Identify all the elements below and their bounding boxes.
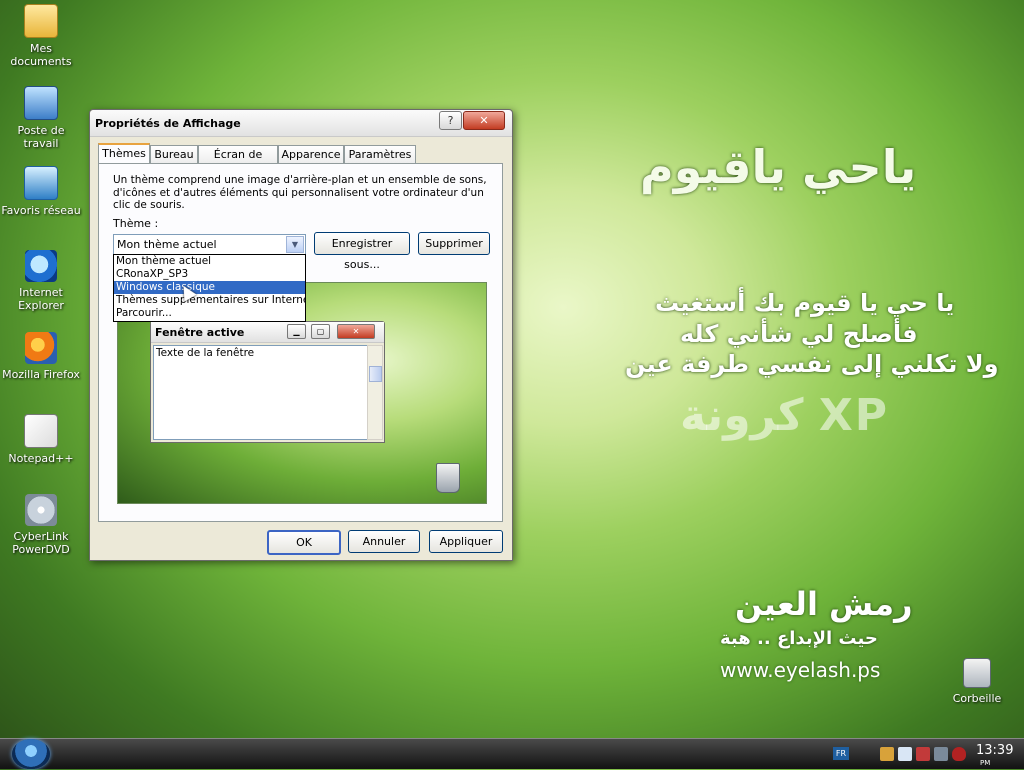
wallpaper-brand: كرونة XP (680, 390, 890, 441)
dialog-title: Propriétés de Affichage (95, 117, 241, 130)
cancel-button[interactable]: Annuler (348, 530, 420, 553)
computer-icon (24, 86, 58, 120)
tab-settings[interactable]: Paramètres (344, 145, 416, 164)
dropdown-item[interactable]: Thèmes supplémentaires sur Internet... (114, 294, 305, 307)
preview-window-title: Fenêtre active (155, 326, 245, 339)
wallpaper-line-1: يا حي يا قيوم بك أستغيث (655, 289, 955, 317)
recycle-bin-icon (436, 463, 460, 493)
theme-dropdown-list: Mon thème actuel CRonaXP_SP3 Windows cla… (113, 254, 306, 322)
tab-screensaver[interactable]: Écran de veille (198, 145, 278, 179)
wallpaper-slogan: حيث الإبداع .. هبة (720, 628, 878, 649)
save-as-button[interactable]: Enregistrer sous... (314, 232, 410, 271)
desktop-icon-label: Notepad++ (8, 452, 74, 465)
tab-desktop[interactable]: Bureau (150, 145, 198, 164)
desktop-icon-powerdvd[interactable]: CyberLink PowerDVD (1, 494, 81, 556)
ok-button[interactable]: OK (267, 530, 341, 555)
close-icon: ✕ (479, 114, 489, 127)
preview-window-titlebar: Fenêtre active ▁ ▢ ✕ (151, 322, 384, 343)
preview-window-body: Texte de la fenêtre (153, 345, 369, 440)
recycle-bin-icon (963, 658, 991, 688)
tray-window-icon[interactable] (898, 747, 912, 761)
chevron-down-icon[interactable]: ▼ (286, 236, 304, 253)
themes-panel: Un thème comprend une image d'arrière-pl… (98, 163, 503, 522)
tray-monitor-icon[interactable] (934, 747, 948, 761)
wallpaper-logo: رمش العين (735, 585, 913, 623)
dialog-titlebar[interactable]: Propriétés de Affichage ? ✕ (90, 110, 512, 137)
desktop-icon-my-documents[interactable]: Mes documents (1, 4, 81, 68)
dropdown-item[interactable]: Parcourir... (114, 307, 305, 320)
desktop-icon-label: Poste de travail (17, 124, 65, 150)
desktop-icon-firefox[interactable]: Mozilla Firefox (1, 332, 81, 381)
clock-time: 13:39 (976, 743, 1014, 758)
display-properties-dialog: Propriétés de Affichage ? ✕ Thèmes Burea… (89, 109, 513, 561)
theme-select[interactable]: Mon thème actuel ▼ (113, 234, 306, 255)
close-icon: ✕ (337, 324, 375, 339)
desktop-icon-internet-explorer[interactable]: Internet Explorer (1, 250, 81, 312)
network-icon (24, 166, 58, 200)
desktop-icon-my-computer[interactable]: Poste de travail (1, 86, 81, 150)
close-button[interactable]: ✕ (463, 111, 505, 130)
dropdown-item[interactable]: CRonaXP_SP3 (114, 268, 305, 281)
theme-label: Thème : (113, 217, 159, 230)
desktop-icon-label: Mozilla Firefox (2, 368, 80, 381)
theme-description: Un thème comprend une image d'arrière-pl… (113, 174, 487, 211)
minimize-icon: ▁ (287, 324, 306, 339)
desktop-icon-network[interactable]: Favoris réseau (1, 166, 81, 217)
dropdown-item[interactable]: Mon thème actuel (114, 255, 305, 268)
scrollbar-thumb (369, 366, 382, 382)
desktop-icon-label: Internet Explorer (18, 286, 64, 312)
theme-select-value: Mon thème actuel (117, 238, 217, 251)
tray-security-icon[interactable] (952, 747, 966, 761)
firefox-icon (25, 332, 57, 364)
tray-network-icon[interactable] (916, 747, 930, 761)
wallpaper-url: www.eyelash.ps (720, 658, 881, 682)
maximize-icon: ▢ (311, 324, 330, 339)
start-button[interactable] (12, 739, 50, 769)
clock-ampm: PM (980, 759, 991, 767)
wallpaper-line-3: ولا تكلني إلى نفسي طرفة عين (625, 350, 999, 378)
desktop-icon-recycle-bin[interactable]: Corbeille (937, 658, 1017, 705)
preview-window-text: Texte de la fenêtre (156, 347, 255, 359)
preview-scrollbar (367, 345, 383, 440)
help-icon: ? (447, 114, 454, 127)
tray-shield-icon[interactable] (880, 747, 894, 761)
wallpaper-title: ياحي ياقيوم (640, 140, 917, 194)
dropdown-item-selected[interactable]: Windows classique (114, 281, 305, 294)
desktop-icon-notepadpp[interactable]: Notepad++ (1, 414, 81, 465)
dvd-icon (25, 494, 57, 526)
desktop-icon-label: Mes documents (10, 42, 72, 68)
help-button[interactable]: ? (439, 111, 462, 130)
internet-explorer-icon (25, 250, 57, 282)
folder-icon (24, 4, 58, 38)
language-indicator[interactable]: FR (833, 747, 849, 760)
desktop-icon-label: Favoris réseau (1, 204, 81, 217)
notepad-icon (24, 414, 58, 448)
delete-button[interactable]: Supprimer (418, 232, 490, 255)
wallpaper-line-2: فأصلح لي شأني كله (680, 320, 918, 348)
tab-appearance[interactable]: Apparence (278, 145, 344, 164)
preview-active-window: Fenêtre active ▁ ▢ ✕ Texte de la fenêtre (150, 321, 385, 443)
apply-button[interactable]: Appliquer (429, 530, 503, 553)
taskbar-clock[interactable]: 13:39 PM (976, 744, 1013, 770)
taskbar: FR 13:39 PM (0, 738, 1024, 769)
desktop-icon-label: Corbeille (952, 692, 1002, 705)
desktop-icon-label: CyberLink PowerDVD (12, 530, 70, 556)
